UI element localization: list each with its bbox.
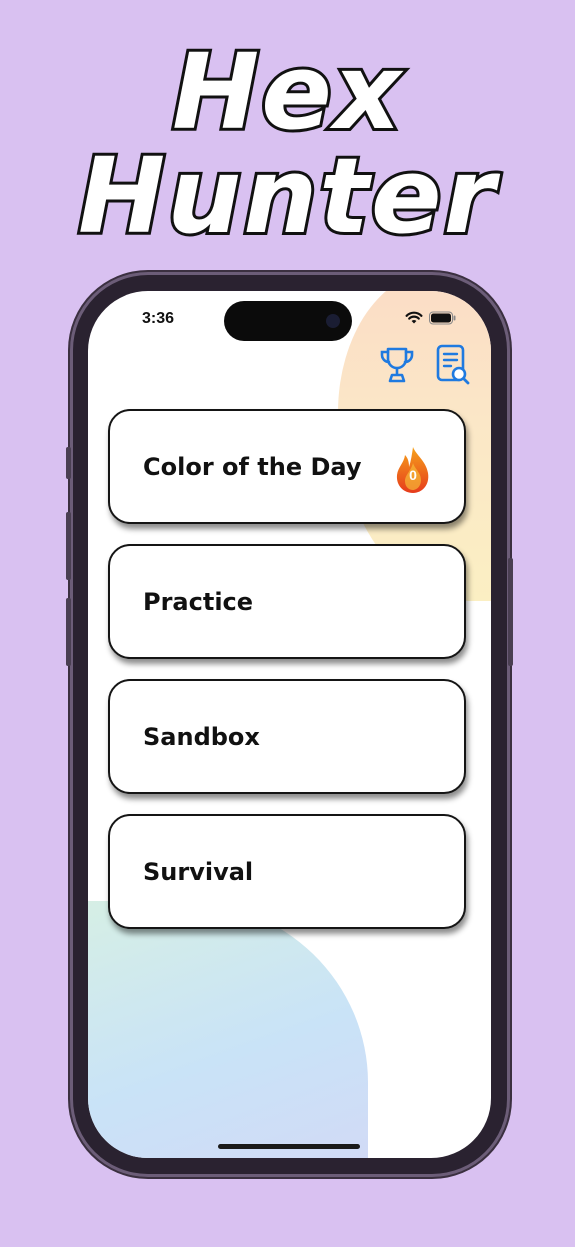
phone-side-button xyxy=(66,447,71,479)
home-indicator[interactable] xyxy=(218,1144,360,1149)
wifi-icon xyxy=(405,311,423,330)
battery-icon xyxy=(429,311,457,330)
decorative-blob xyxy=(88,901,368,1158)
mode-label: Survival xyxy=(143,857,254,886)
streak-count: 0 xyxy=(409,467,417,483)
camera-dot xyxy=(326,314,340,328)
phone-screen: 3:36 Color of the Day 0 Practice Sandbox… xyxy=(88,291,491,1158)
mode-card-practice[interactable]: Practice xyxy=(108,544,466,659)
mode-card-survival[interactable]: Survival xyxy=(108,814,466,929)
phone-side-button xyxy=(66,512,71,580)
top-actions xyxy=(377,344,473,387)
trophy-icon xyxy=(378,345,416,390)
mode-card-color-of-the-day[interactable]: Color of the Day 0 xyxy=(108,409,466,524)
mode-label: Color of the Day xyxy=(143,452,362,481)
mode-card-sandbox[interactable]: Sandbox xyxy=(108,679,466,794)
dynamic-island xyxy=(224,301,352,341)
flame-icon xyxy=(392,447,434,499)
phone-side-button xyxy=(508,558,513,666)
leaderboard-button[interactable] xyxy=(377,347,417,387)
mode-label: Practice xyxy=(143,587,254,616)
streak-badge: 0 xyxy=(392,445,434,495)
app-title: Hex Hunter xyxy=(75,31,498,257)
mode-label: Sandbox xyxy=(143,722,260,751)
phone-side-button xyxy=(66,598,71,666)
document-search-icon xyxy=(435,344,471,391)
status-icons xyxy=(405,311,457,330)
status-time: 3:36 xyxy=(142,310,175,327)
history-search-button[interactable] xyxy=(433,344,473,387)
